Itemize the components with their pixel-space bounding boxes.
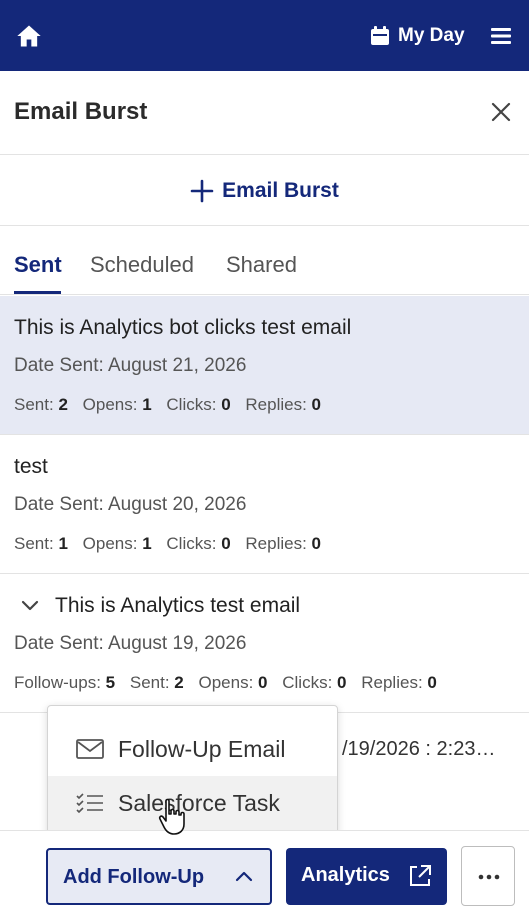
checklist-icon	[76, 793, 103, 814]
email-list-item[interactable]: test Date Sent: August 20, 2026 Sent: 1 …	[0, 435, 529, 574]
top-nav-bar: My Day	[0, 0, 529, 71]
analytics-button[interactable]: Analytics	[286, 848, 447, 905]
close-icon[interactable]	[489, 100, 513, 124]
panel-title: Email Burst	[14, 98, 148, 125]
stat-label: Replies:	[245, 395, 307, 414]
stat-value: 5	[105, 673, 116, 692]
add-follow-up-button[interactable]: Add Follow-Up	[46, 848, 272, 905]
calendar-icon	[371, 26, 389, 45]
stat-label: Opens:	[82, 534, 138, 553]
hamburger-menu-icon[interactable]	[489, 24, 513, 48]
email-title: test	[14, 455, 48, 478]
home-icon[interactable]	[15, 22, 43, 50]
menu-item-label: Follow-Up Email	[118, 736, 286, 762]
email-title: This is Analytics test email	[55, 594, 301, 617]
stat-value: 2	[58, 395, 68, 414]
stat-label: Clicks:	[166, 395, 217, 414]
external-link-icon	[410, 865, 431, 886]
email-date-sent: Date Sent: August 21, 2026	[14, 355, 247, 376]
stat-label: Opens:	[82, 395, 138, 414]
email-list-item[interactable]: This is Analytics bot clicks test email …	[0, 296, 529, 435]
email-date-sent: Date Sent: August 19, 2026	[14, 633, 247, 654]
active-tab-indicator	[14, 291, 61, 294]
stat-value: 0	[427, 673, 437, 692]
my-day-button[interactable]: My Day	[369, 22, 465, 50]
stat-value: 1	[58, 534, 68, 553]
stat-value: 1	[142, 395, 152, 414]
my-day-label: My Day	[398, 25, 465, 46]
menu-item-label: Salesforce Task	[118, 790, 280, 816]
stat-value: 2	[174, 673, 184, 692]
menu-item-salesforce-task[interactable]: Salesforce Task	[48, 776, 337, 830]
stat-value: 1	[142, 534, 152, 553]
email-title: This is Analytics bot clicks test email	[14, 316, 352, 339]
panel-header: Email Burst	[0, 71, 529, 155]
footer-action-bar: Add Follow-Up Analytics	[0, 830, 529, 908]
stat-label: Clicks:	[282, 673, 333, 692]
email-list-item[interactable]: This is Analytics test email Date Sent: …	[0, 574, 529, 713]
stat-label: Follow-ups:	[14, 673, 101, 692]
add-follow-up-menu: Follow-Up Email Salesforce Task	[47, 705, 338, 845]
stat-value: 0	[258, 673, 268, 692]
add-email-burst-button[interactable]: Email Burst	[0, 156, 529, 226]
tab-sent[interactable]: Sent	[14, 252, 62, 278]
chevron-down-icon[interactable]	[21, 599, 39, 613]
stat-label: Replies:	[245, 534, 307, 553]
stat-label: Sent:	[129, 673, 170, 692]
chevron-up-icon	[235, 871, 253, 882]
email-stats: Sent: 2 Opens: 1 Clicks: 0 Replies: 0	[14, 395, 321, 415]
menu-item-follow-up-email[interactable]: Follow-Up Email	[48, 722, 337, 776]
follow-up-timestamp: /19/2026 : 2:23…	[342, 738, 496, 760]
email-stats: Sent: 1 Opens: 1 Clicks: 0 Replies: 0	[14, 534, 321, 554]
stat-value: 0	[221, 534, 231, 553]
stat-label: Replies:	[361, 673, 423, 692]
envelope-icon	[76, 739, 104, 759]
more-dots-icon	[478, 874, 500, 880]
plus-icon	[190, 179, 214, 202]
stat-label: Opens:	[198, 673, 254, 692]
more-options-button[interactable]	[461, 846, 515, 906]
stat-value: 0	[337, 673, 347, 692]
tab-bar: Sent Scheduled Shared	[0, 227, 529, 295]
add-email-burst-label: Email Burst	[222, 178, 339, 202]
stat-value: 0	[221, 395, 231, 414]
stat-label: Sent:	[14, 534, 54, 553]
stat-value: 0	[311, 395, 322, 414]
tab-shared[interactable]: Shared	[226, 252, 297, 278]
stat-label: Clicks:	[166, 534, 217, 553]
stat-label: Sent:	[14, 395, 54, 414]
stat-value: 0	[311, 534, 322, 553]
tab-scheduled[interactable]: Scheduled	[90, 252, 194, 278]
analytics-label: Analytics	[301, 864, 390, 886]
add-follow-up-label: Add Follow-Up	[63, 866, 205, 888]
email-date-sent: Date Sent: August 20, 2026	[14, 494, 247, 515]
email-stats: Follow-ups: 5 Sent: 2 Opens: 0 Clicks: 0…	[14, 673, 437, 693]
